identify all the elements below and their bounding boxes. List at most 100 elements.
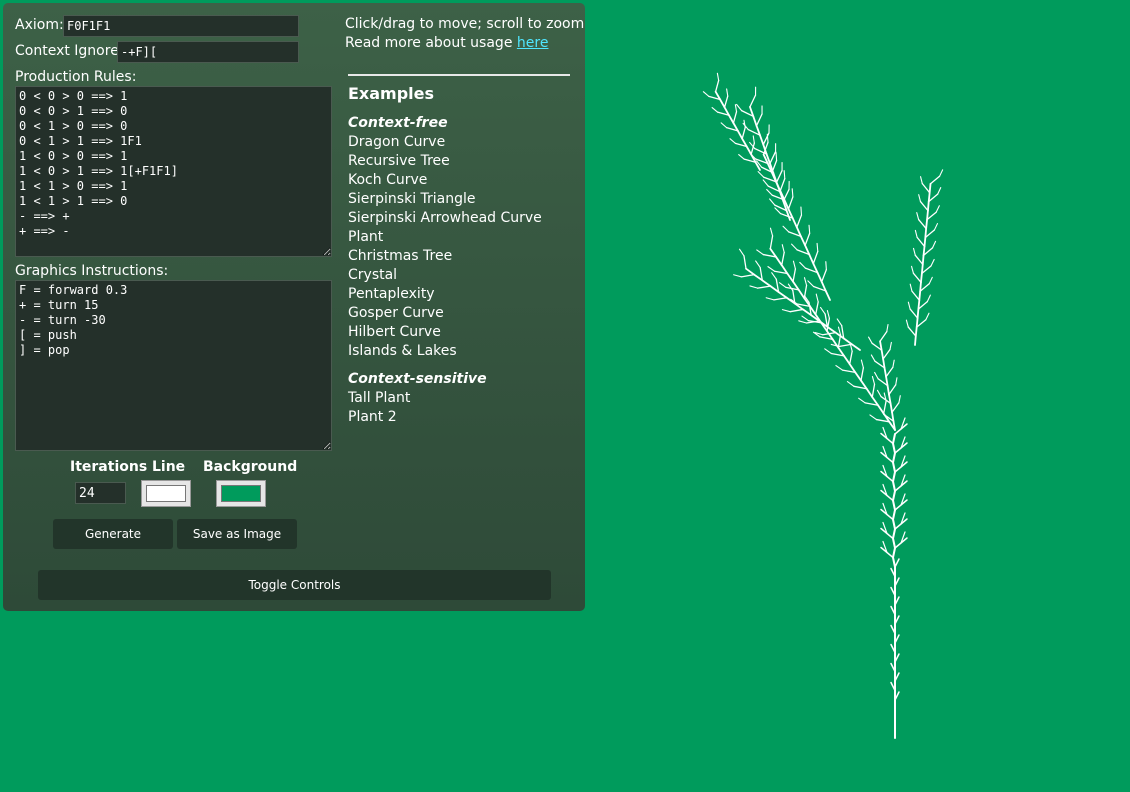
example-link[interactable]: Tall Plant: [348, 390, 410, 406]
plant-segment: [755, 113, 763, 127]
plant-segment: [824, 290, 831, 301]
plant-segment: [920, 272, 923, 284]
example-link[interactable]: Dragon Curve: [348, 134, 445, 150]
plant-segment: [755, 260, 761, 269]
plant-segment: [921, 263, 924, 275]
axiom-input[interactable]: [63, 15, 299, 37]
plant-segment: [843, 354, 851, 365]
plant-segment: [740, 273, 755, 278]
background-color-picker[interactable]: [216, 480, 266, 507]
production-rules-textarea[interactable]: [15, 86, 332, 257]
plant-segment: [781, 309, 791, 313]
plant-segment: [880, 349, 885, 360]
example-link[interactable]: Hilbert Curve: [348, 324, 441, 340]
generate-button[interactable]: Generate: [53, 519, 173, 549]
plant-segment: [914, 229, 918, 238]
plant-segment: [775, 256, 783, 267]
line-color-picker[interactable]: [141, 480, 191, 507]
example-link[interactable]: Koch Curve: [348, 172, 427, 188]
plant-segment: [882, 348, 891, 360]
example-link[interactable]: Recursive Tree: [348, 153, 450, 169]
plant-segment: [752, 135, 755, 144]
example-link[interactable]: Plant: [348, 229, 383, 245]
plant-segment: [787, 196, 794, 210]
plant-segment: [842, 337, 853, 346]
plant-segment: [912, 272, 922, 283]
plant-segment: [816, 242, 819, 252]
plant-segment: [742, 122, 749, 131]
save-image-button[interactable]: Save as Image: [177, 519, 297, 549]
plant-segment: [761, 279, 772, 288]
plant-segment: [801, 315, 810, 322]
example-link[interactable]: Gosper Curve: [348, 305, 444, 321]
plant-segment: [757, 171, 765, 178]
plant-segment: [728, 114, 735, 124]
example-link[interactable]: Pentaplexity: [348, 286, 435, 302]
plant-segment: [865, 387, 874, 398]
plant-segment: [702, 91, 710, 97]
plant-segment: [889, 402, 893, 414]
plant-segment: [892, 452, 896, 464]
toggle-controls-button[interactable]: Toggle Controls: [38, 570, 551, 600]
context-ignore-label: Context Ignore:: [15, 43, 124, 59]
plant-segment: [892, 509, 896, 521]
plant-segment: [729, 138, 736, 144]
example-link[interactable]: Sierpinski Arrowhead Curve: [348, 210, 542, 226]
plant-segment: [930, 258, 935, 267]
plant-segment: [850, 343, 861, 351]
plant-segment: [791, 243, 798, 251]
line-color-swatch: [146, 485, 186, 502]
help-usage-text: Read more about usage: [345, 35, 517, 51]
plant-segment: [774, 207, 782, 215]
axiom-label: Axiom:: [15, 17, 64, 33]
plant-segment: [858, 397, 866, 404]
plant-segment: [921, 182, 931, 194]
plant-segment: [783, 170, 786, 180]
plant-segment: [816, 271, 823, 283]
plant-segment: [749, 285, 759, 289]
plant-segment: [797, 289, 806, 300]
plant-segment: [874, 371, 879, 380]
example-link[interactable]: Islands & Lakes: [348, 343, 457, 359]
plant-segment: [836, 318, 843, 327]
plant-segment: [752, 115, 758, 127]
plant-segment: [919, 281, 922, 293]
control-panel: Axiom: Context Ignore: Production Rules:…: [3, 3, 585, 611]
plant-segment: [765, 297, 775, 301]
plant-segment: [789, 308, 804, 313]
plant-segment: [714, 79, 720, 93]
graphics-instructions-textarea[interactable]: [15, 280, 332, 451]
plant-segment: [926, 209, 929, 221]
plant-segment: [736, 129, 744, 140]
plant-segment: [892, 499, 896, 511]
plant-segment: [766, 188, 773, 196]
plant-segment: [754, 161, 761, 171]
example-link[interactable]: Christmas Tree: [348, 248, 452, 264]
plant-segment: [918, 194, 922, 203]
example-link[interactable]: Sierpinski Triangle: [348, 191, 476, 207]
plant-segment: [773, 297, 788, 301]
example-link[interactable]: Crystal: [348, 267, 397, 283]
plant-segment: [826, 325, 837, 334]
plant-segment: [915, 317, 919, 328]
plant-segment: [756, 249, 764, 256]
context-ignore-input[interactable]: [117, 41, 299, 63]
plant-segment: [927, 200, 930, 212]
plant-segment: [781, 244, 785, 253]
background-color-label: Background: [203, 459, 298, 475]
plant-segment: [879, 407, 885, 415]
plant-segment: [892, 518, 896, 530]
example-link[interactable]: Plant 2: [348, 409, 397, 425]
examples-divider: [348, 74, 570, 76]
plant-segment: [716, 72, 720, 81]
help-usage-link[interactable]: here: [517, 35, 549, 51]
plant-segment: [905, 319, 909, 328]
iterations-input[interactable]: [75, 482, 126, 504]
plant-segment: [892, 433, 896, 445]
plant-segment: [762, 179, 769, 187]
graphics-instructions-label: Graphics Instructions:: [15, 263, 169, 279]
plant-segment: [935, 205, 940, 213]
plant-segment: [892, 547, 896, 559]
plant-segment: [920, 176, 923, 185]
plant-segment: [916, 236, 926, 248]
